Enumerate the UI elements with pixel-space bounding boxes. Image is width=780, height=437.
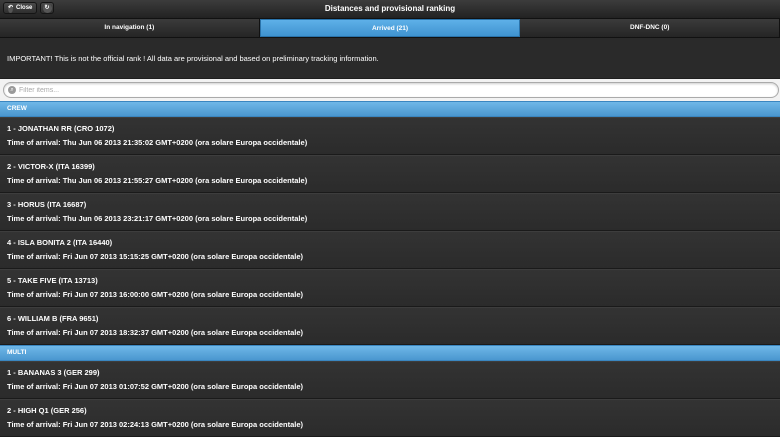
list-item[interactable]: 6 - WILLIAM B (FRA 9651) Time of arrival…	[0, 307, 780, 345]
search-icon: ⌕	[8, 86, 16, 94]
list-item[interactable]: 3 - HORUS (ITA 16687) Time of arrival: T…	[0, 193, 780, 231]
page-title: Distances and provisional ranking	[324, 4, 456, 13]
tab-arrived[interactable]: Arrived (21)	[259, 19, 521, 37]
boat-name: 1 - JONATHAN RR (CRO 1072)	[7, 124, 115, 133]
arrival-time: Time of arrival: Fri Jun 07 2013 18:32:3…	[7, 328, 304, 337]
list-item[interactable]: 4 - ISLA BONITA 2 (ITA 16440) Time of ar…	[0, 231, 780, 269]
arrival-time: Time of arrival: Thu Jun 06 2013 21:35:0…	[7, 138, 308, 147]
arrival-time: Time of arrival: Fri Jun 07 2013 02:24:1…	[7, 420, 304, 429]
list-item[interactable]: 2 - VICTOR-X (ITA 16399) Time of arrival…	[0, 155, 780, 193]
tab-dnf-dnc[interactable]: DNF-DNC (0)	[520, 19, 780, 37]
list-item[interactable]: 1 - JONATHAN RR (CRO 1072) Time of arriv…	[0, 117, 780, 155]
filter-box: ⌕	[3, 82, 779, 98]
arrival-time: Time of arrival: Fri Jun 07 2013 16:00:0…	[7, 290, 304, 299]
provisional-notice: IMPORTANT! This is not the official rank…	[0, 38, 780, 79]
ranking-list: CREW 1 - JONATHAN RR (CRO 1072) Time of …	[0, 101, 780, 437]
arrival-time: Time of arrival: Thu Jun 06 2013 21:55:2…	[7, 176, 308, 185]
boat-name: 2 - HIGH Q1 (GER 256)	[7, 406, 87, 415]
boat-name: 4 - ISLA BONITA 2 (ITA 16440)	[7, 238, 113, 247]
boat-name: 5 - TAKE FIVE (ITA 13713)	[7, 276, 98, 285]
list-item[interactable]: 5 - TAKE FIVE (ITA 13713) Time of arriva…	[0, 269, 780, 307]
arrival-time: Time of arrival: Thu Jun 06 2013 23:21:1…	[7, 214, 308, 223]
filter-bar: ⌕	[0, 79, 780, 101]
boat-name: 3 - HORUS (ITA 16687)	[7, 200, 87, 209]
tab-bar: In navigation (1) Arrived (21) DNF-DNC (…	[0, 19, 780, 38]
tab-in-navigation[interactable]: In navigation (1)	[0, 19, 260, 37]
header-bar: ↶ Close ↻ Distances and provisional rank…	[0, 0, 780, 19]
boat-name: 1 - BANANAS 3 (GER 299)	[7, 368, 100, 377]
list-item[interactable]: 1 - BANANAS 3 (GER 299) Time of arrival:…	[0, 361, 780, 399]
arrival-time: Time of arrival: Fri Jun 07 2013 15:15:2…	[7, 252, 304, 261]
arrival-time: Time of arrival: Fri Jun 07 2013 01:07:5…	[7, 382, 304, 391]
group-divider-multi: MULTI	[0, 345, 780, 361]
filter-input[interactable]	[19, 86, 719, 94]
boat-name: 6 - WILLIAM B (FRA 9651)	[7, 314, 99, 323]
list-item[interactable]: 2 - HIGH Q1 (GER 256) Time of arrival: F…	[0, 399, 780, 437]
group-divider-crew: CREW	[0, 101, 780, 117]
boat-name: 2 - VICTOR-X (ITA 16399)	[7, 162, 95, 171]
